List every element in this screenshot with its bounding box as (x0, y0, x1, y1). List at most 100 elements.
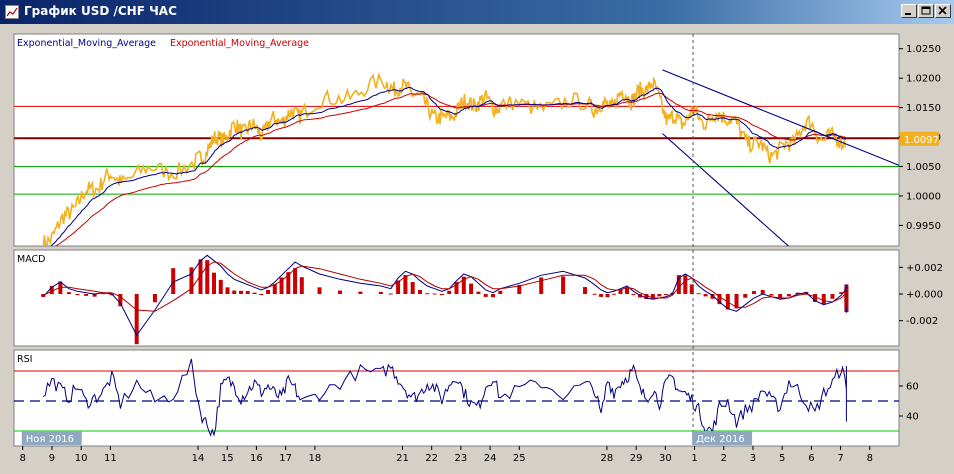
macd-histogram-bar (317, 287, 322, 294)
macd-tick-label: -0.002 (906, 316, 938, 327)
macd-histogram-bar (212, 272, 217, 294)
macd-histogram-bar (84, 294, 89, 296)
macd-histogram-bar (583, 287, 588, 294)
rsi-y-axis: 60 40 (899, 382, 919, 423)
time-tick-label: 6 (808, 453, 814, 464)
time-tick-label: 14 (192, 453, 205, 464)
macd-histogram-bar (498, 290, 503, 294)
macd-histogram-bar (696, 293, 701, 295)
macd-histogram-bar (624, 287, 629, 294)
macd-y-axis: +0.002 +0.000 -0.002 (899, 263, 943, 327)
macd-histogram-bar (769, 294, 774, 296)
time-tick-label: 11 (104, 453, 117, 464)
macd-label: MACD (17, 254, 45, 265)
macd-histogram-bar (218, 279, 223, 294)
macd-histogram-bar (232, 290, 237, 294)
time-tick-label: 28 (601, 453, 614, 464)
macd-histogram-bar (66, 292, 71, 294)
rsi-panel[interactable] (13, 349, 900, 447)
price-tick-label: 1.0050 (906, 162, 941, 173)
macd-histogram-bar (561, 276, 566, 294)
macd-histogram-bar (337, 290, 342, 294)
price-tick-label: 1.0250 (906, 44, 941, 55)
chart-area[interactable]: Exponential_Moving_Average Exponential_M… (0, 24, 954, 474)
price-y-axis: 0.99501.00001.00501.01001.01501.02001.02… (899, 44, 941, 232)
time-tick-label: 16 (250, 453, 263, 464)
macd-histogram-bar (657, 294, 662, 297)
macd-histogram-bar (75, 294, 80, 296)
rsi-label: RSI (17, 354, 32, 365)
macd-histogram-bar (266, 290, 271, 294)
time-tick-label: 8 (867, 453, 873, 464)
time-tick-label: 23 (455, 453, 468, 464)
macd-histogram-bar (152, 294, 157, 303)
time-tick-label: 18 (308, 453, 321, 464)
macd-histogram-bar (388, 293, 393, 295)
price-tick-label: 1.0200 (906, 74, 941, 85)
macd-histogram-bar (358, 291, 363, 294)
minimize-button[interactable] (901, 4, 917, 18)
time-tick-label: 25 (513, 453, 526, 464)
time-tick-label: 8 (20, 453, 26, 464)
month-label: Ноя 2016 (26, 434, 74, 445)
macd-histogram-bar (293, 268, 298, 294)
price-tick-label: 1.0150 (906, 103, 941, 114)
maximize-icon (921, 6, 931, 15)
macd-histogram-bar (703, 294, 708, 297)
macd-histogram-bar (252, 292, 257, 294)
macd-histogram-bar (760, 290, 765, 294)
macd-histogram-bar (631, 294, 636, 296)
macd-histogram-bar (663, 294, 668, 295)
maximize-button[interactable] (918, 4, 934, 18)
macd-histogram-bar (821, 294, 826, 305)
macd-histogram-bar (599, 294, 604, 297)
macd-histogram-bar (751, 291, 756, 294)
time-tick-label: 5 (779, 453, 785, 464)
macd-panel[interactable] (13, 249, 900, 347)
window-title: График USD /CHF ЧАС (24, 4, 177, 18)
time-tick-label: 30 (659, 453, 672, 464)
month-label: Дек 2016 (696, 434, 745, 445)
title-bar[interactable]: График USD /CHF ЧАС (0, 0, 954, 24)
time-tick-label: 21 (396, 453, 409, 464)
price-tick-label: 1.0000 (906, 191, 941, 202)
macd-histogram-bar (239, 290, 244, 294)
chart-window: График USD /CHF ЧАС Exponential_Moving_A… (0, 0, 954, 474)
macd-histogram-bar (245, 291, 250, 294)
time-tick-label: 9 (49, 453, 55, 464)
macd-histogram-bar (439, 294, 444, 296)
time-tick-label: 10 (75, 453, 88, 464)
rsi-tick-label: 40 (906, 412, 919, 423)
time-tick-label: 17 (279, 453, 292, 464)
close-button[interactable] (935, 4, 951, 18)
close-icon (938, 6, 947, 15)
macd-histogram-bar (743, 294, 748, 298)
macd-histogram-bar (447, 290, 452, 294)
time-tick-label: 1 (691, 453, 697, 464)
price-tick-label: 0.9950 (906, 221, 941, 232)
macd-tick-label: +0.002 (906, 263, 943, 274)
macd-histogram-bar (786, 294, 791, 297)
macd-histogram-bar (612, 293, 617, 295)
time-tick-label: 22 (425, 453, 438, 464)
macd-histogram-bar (483, 294, 488, 297)
time-tick-label: 24 (484, 453, 497, 464)
legend-ema-slow: Exponential_Moving_Average (170, 38, 309, 49)
macd-histogram-bar (432, 293, 437, 295)
macd-histogram-bar (259, 294, 264, 295)
macd-histogram-bar (830, 294, 835, 299)
rsi-tick-label: 60 (906, 382, 919, 393)
macd-histogram-bar (134, 294, 139, 345)
macd-histogram-bar (417, 290, 422, 294)
macd-histogram-bar (592, 293, 597, 295)
time-tick-label: 3 (750, 453, 756, 464)
macd-histogram-bar (378, 291, 383, 294)
macd-histogram-bar (491, 294, 496, 298)
time-tick-label: 7 (837, 453, 843, 464)
macd-histogram-bar (225, 287, 230, 294)
legend-ema-fast: Exponential_Moving_Average (17, 38, 156, 49)
macd-histogram-bar (683, 275, 688, 294)
macd-histogram-bar (476, 291, 481, 294)
macd-histogram-bar (469, 283, 474, 294)
minimize-icon (905, 13, 911, 15)
